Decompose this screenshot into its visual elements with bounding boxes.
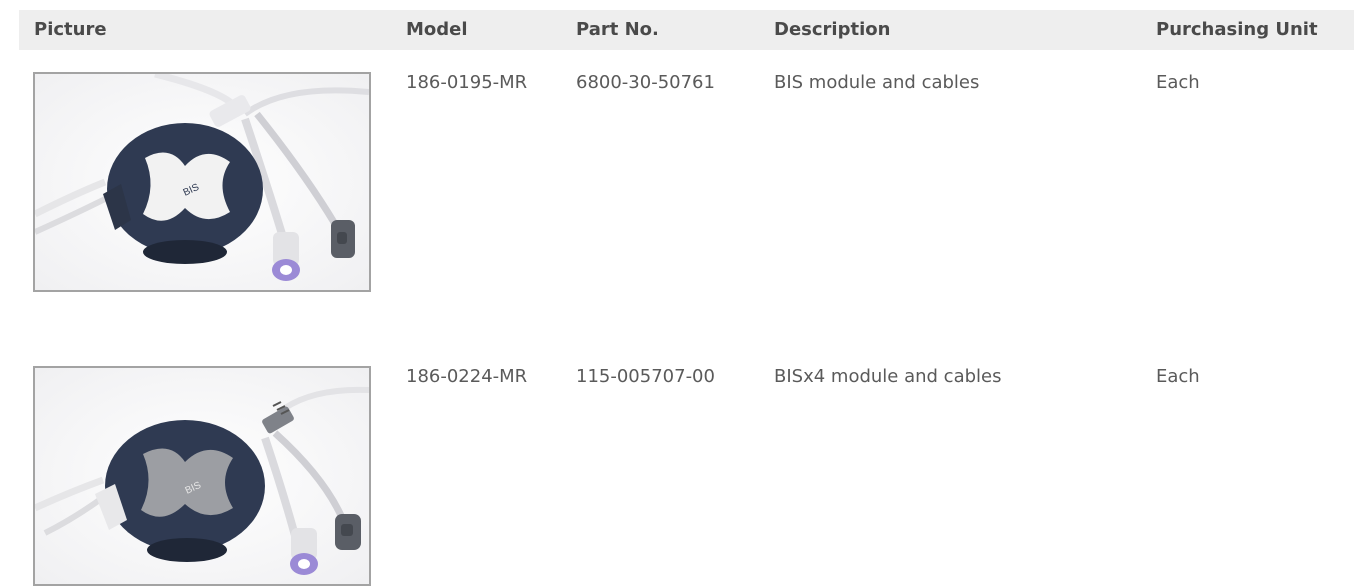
cell-description: BISx4 module and cables xyxy=(774,366,1002,387)
cell-model: 186-0195-MR xyxy=(406,72,528,93)
cell-model: 186-0224-MR xyxy=(406,366,528,387)
cell-purchasing-unit: Each xyxy=(1156,72,1200,93)
bis-module-illustration: BIS xyxy=(35,74,369,290)
product-image-bis-module: BIS xyxy=(33,72,371,292)
cell-description: BIS module and cables xyxy=(774,72,980,93)
header-purchasing-unit: Purchasing Unit xyxy=(1156,19,1318,40)
header-part-no: Part No. xyxy=(576,19,659,40)
header-model: Model xyxy=(406,19,468,40)
cell-part-no: 6800-30-50761 xyxy=(576,72,715,93)
bisx4-module-illustration: BIS xyxy=(35,368,369,584)
cell-purchasing-unit: Each xyxy=(1156,366,1200,387)
header-picture: Picture xyxy=(34,19,107,40)
header-description: Description xyxy=(774,19,891,40)
table-header: Picture Model Part No. Description Purch… xyxy=(19,10,1354,50)
product-image-bisx4-module: BIS xyxy=(33,366,371,586)
product-table: Picture Model Part No. Description Purch… xyxy=(19,10,1354,586)
cell-part-no: 115-005707-00 xyxy=(576,366,715,387)
